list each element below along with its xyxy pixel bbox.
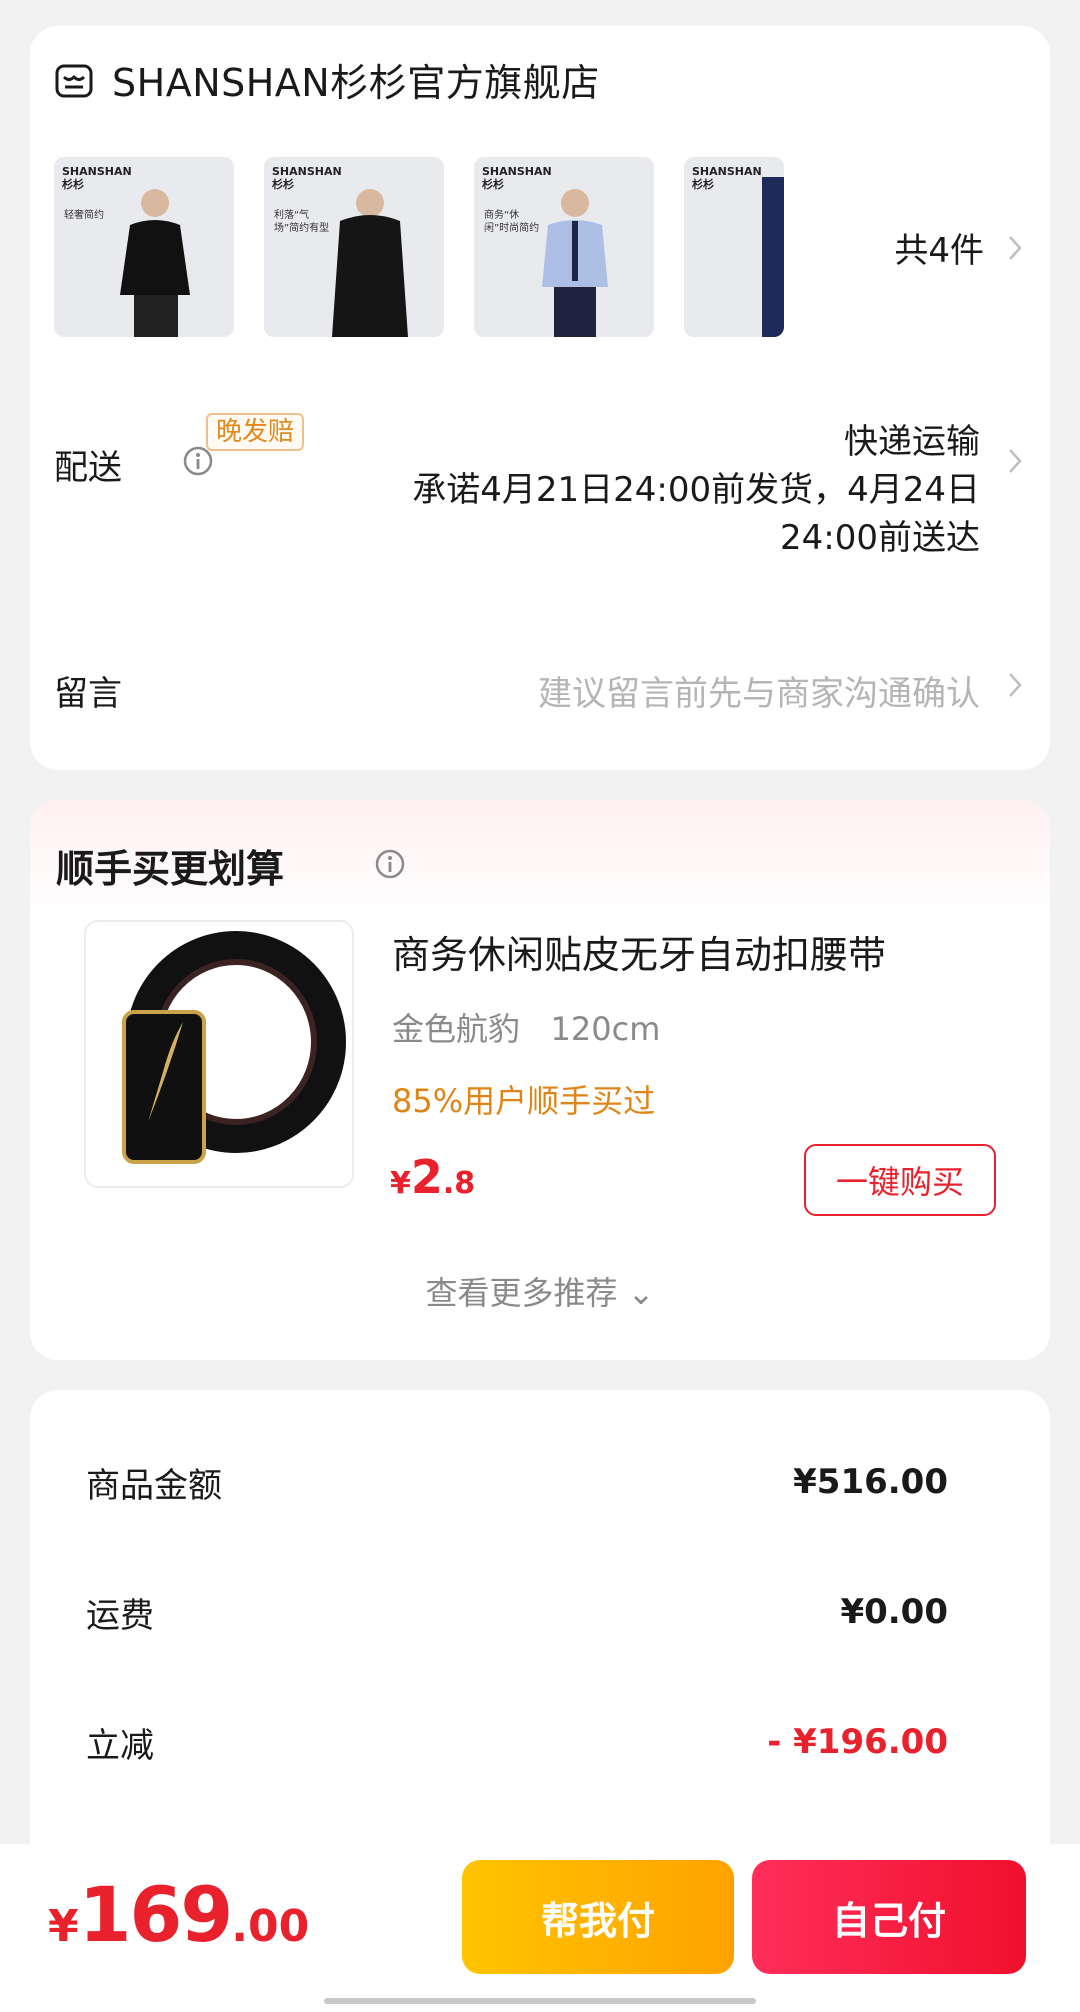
product-thumb[interactable]: SHANSHAN 杉杉 利落“气场”简约有型 (264, 157, 444, 337)
price-decimal: .8 (442, 1166, 476, 1201)
delivery-label: 配送 (54, 448, 122, 488)
store-icon (55, 64, 93, 97)
total-decimal: .00 (231, 1901, 310, 1952)
belt-product-image[interactable] (84, 920, 354, 1188)
item-count-link[interactable]: 共4件 (894, 223, 1022, 272)
shipping-fee-value: ¥0.00 (840, 1592, 948, 1632)
shipping-fee-label: 运费 (86, 1596, 154, 1636)
total-price: ¥169.00 (48, 1870, 309, 1959)
more-recommendations-link[interactable]: 查看更多推荐 ⌄ (0, 1268, 1080, 1314)
recommendation-title: 顺手买更划算 (56, 847, 285, 891)
item-count: 共4件 (894, 231, 984, 271)
model-black-jacket-image (332, 189, 408, 337)
product-thumb[interactable]: SHANSHAN 杉杉 轻奢简约 (54, 157, 234, 337)
discount-label: 立减 (86, 1726, 154, 1766)
product-thumbnails[interactable]: SHANSHAN 杉杉 轻奢简约 SHANSHAN 杉杉 利落“气场”简约有型 … (54, 157, 784, 337)
chevron-right-icon (1009, 673, 1022, 697)
note-label: 留言 (54, 674, 122, 714)
subtotal-label: 商品金额 (86, 1466, 222, 1506)
total-integer: 169 (78, 1870, 234, 1959)
delivery-method[interactable]: 快递运输 (844, 414, 980, 463)
info-icon[interactable] (374, 848, 406, 880)
home-indicator[interactable] (324, 1998, 756, 2004)
navy-trousers-image (762, 177, 784, 337)
chevron-right-icon (1009, 449, 1022, 473)
store-header[interactable]: SHANSHAN杉杉官方旗舰店 (54, 52, 600, 107)
total-symbol: ¥ (48, 1901, 79, 1952)
recommended-product-name[interactable]: 商务休闲贴皮无牙自动扣腰带 (392, 924, 886, 979)
store-card (30, 26, 1050, 770)
pay-myself-button[interactable]: 自己付 (752, 1860, 1026, 1974)
belt-image (122, 931, 346, 1164)
one-click-buy-button[interactable]: 一键购买 (804, 1144, 996, 1216)
note-input[interactable]: 建议留言前先与商家沟通确认 (538, 666, 980, 715)
delivery-promise: 承诺4月21日24:00前发货，4月24日24:00前送达 (412, 470, 980, 558)
product-thumb[interactable]: SHANSHAN 杉杉 (684, 157, 784, 337)
model-blue-shirt-image (542, 189, 608, 337)
social-proof-text: 85%用户顺手买过 (392, 1082, 656, 1120)
product-thumb[interactable]: SHANSHAN 杉杉 商务“休闲”时尚简约 (474, 157, 654, 337)
subtotal-value: ¥516.00 (793, 1462, 948, 1502)
recommended-product-price: ¥2.8 (390, 1150, 475, 1204)
late-delivery-compensation-badge: 晚发赔 (206, 413, 305, 451)
model-black-shirt-image (120, 189, 190, 337)
help-me-pay-button[interactable]: 帮我付 (462, 1860, 734, 1974)
price-integer: 2 (410, 1150, 443, 1204)
chevron-right-icon (1009, 235, 1022, 260)
discount-value: - ¥196.00 (767, 1722, 948, 1762)
store-name: SHANSHAN杉杉官方旗舰店 (112, 61, 600, 105)
price-symbol: ¥ (390, 1166, 411, 1201)
recommended-product-spec: 金色航豹 120cm (392, 1010, 661, 1048)
